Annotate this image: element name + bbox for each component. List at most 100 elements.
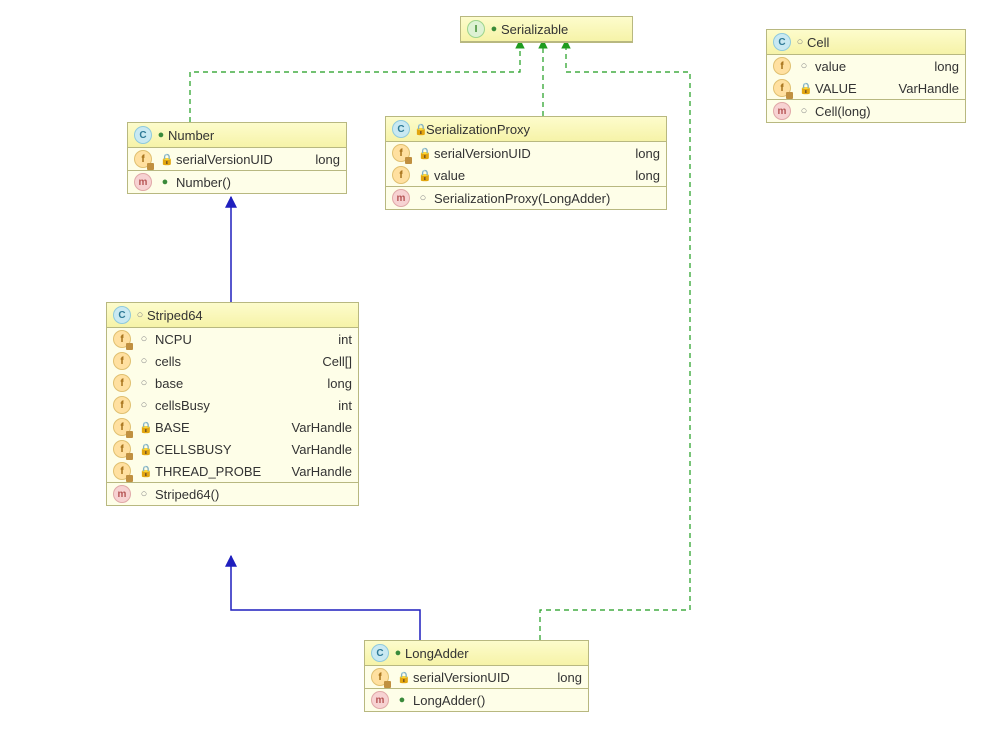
field-type: long xyxy=(625,168,660,183)
class-icon: C xyxy=(773,33,791,51)
visibility-icon: ○ xyxy=(418,192,428,204)
field-static-icon: f xyxy=(773,79,791,97)
class-header: I ● Serializable xyxy=(461,17,632,42)
visibility-icon: 🔒 xyxy=(139,421,149,434)
visibility-icon: ○ xyxy=(139,488,149,500)
visibility-icon: 🔒 xyxy=(418,169,428,182)
method-signature: Number() xyxy=(176,175,231,190)
class-title: SerializationProxy xyxy=(426,122,530,137)
field-name: value xyxy=(434,168,465,183)
visibility-icon: ○ xyxy=(135,309,145,321)
visibility-icon: 🔒 xyxy=(418,147,428,160)
visibility-icon: ○ xyxy=(799,60,809,72)
method-icon: m xyxy=(773,102,791,120)
field-name: serialVersionUID xyxy=(176,152,273,167)
class-cell: C ○ Cell f ○ value long f 🔒 VALUE VarHan… xyxy=(766,29,966,123)
class-serialization-proxy: C 🔒 SerializationProxy f 🔒 serialVersion… xyxy=(385,116,667,210)
class-number: C ● Number f 🔒 serialVersionUID long m ●… xyxy=(127,122,347,194)
visibility-icon: ● xyxy=(160,176,170,188)
field-static-icon: f xyxy=(113,330,131,348)
field-type: VarHandle xyxy=(282,442,352,457)
visibility-icon: ○ xyxy=(139,355,149,367)
field-icon: f xyxy=(113,352,131,370)
class-icon: C xyxy=(392,120,410,138)
field-row: f 🔒 BASE VarHandle xyxy=(107,416,358,438)
field-icon: f xyxy=(113,396,131,414)
field-row: f 🔒 THREAD_PROBE VarHandle xyxy=(107,460,358,482)
field-row: f 🔒 CELLSBUSY VarHandle xyxy=(107,438,358,460)
interface-icon: I xyxy=(467,20,485,38)
field-row: f 🔒 serialVersionUID long xyxy=(386,142,666,164)
visibility-icon: ● xyxy=(397,694,407,706)
class-icon: C xyxy=(113,306,131,324)
class-long-adder: C ● LongAdder f 🔒 serialVersionUID long … xyxy=(364,640,589,712)
visibility-icon: 🔒 xyxy=(139,465,149,478)
method-icon: m xyxy=(392,189,410,207)
class-icon: C xyxy=(134,126,152,144)
method-row: m ● Number() xyxy=(128,170,346,193)
field-type: int xyxy=(328,332,352,347)
field-row: f 🔒 serialVersionUID long xyxy=(128,148,346,170)
visibility-icon: ○ xyxy=(139,377,149,389)
class-title: Striped64 xyxy=(147,308,203,323)
visibility-icon: ● xyxy=(393,647,403,659)
field-static-icon: f xyxy=(371,668,389,686)
visibility-icon: 🔒 xyxy=(397,671,407,684)
field-row: f 🔒 VALUE VarHandle xyxy=(767,77,965,99)
field-static-icon: f xyxy=(113,440,131,458)
field-static-icon: f xyxy=(134,150,152,168)
field-type: long xyxy=(547,670,582,685)
field-row: f ○ value long xyxy=(767,55,965,77)
field-name: THREAD_PROBE xyxy=(155,464,261,479)
class-icon: C xyxy=(371,644,389,662)
field-name: base xyxy=(155,376,183,391)
field-type: int xyxy=(328,398,352,413)
visibility-icon: 🔒 xyxy=(139,443,149,456)
field-type: long xyxy=(305,152,340,167)
method-icon: m xyxy=(134,173,152,191)
method-signature: LongAdder() xyxy=(413,693,485,708)
class-header: C ● LongAdder xyxy=(365,641,588,666)
class-striped64: C ○ Striped64 f ○ NCPU int f ○ cells Cel… xyxy=(106,302,359,506)
field-icon: f xyxy=(392,166,410,184)
field-name: cells xyxy=(155,354,181,369)
field-name: serialVersionUID xyxy=(413,670,510,685)
field-row: f ○ cellsBusy int xyxy=(107,394,358,416)
uml-diagram: I ● Serializable C ○ Cell f ○ value long… xyxy=(0,0,1000,742)
field-type: VarHandle xyxy=(282,464,352,479)
method-signature: Cell(long) xyxy=(815,104,871,119)
field-static-icon: f xyxy=(392,144,410,162)
method-row: m ○ SerializationProxy(LongAdder) xyxy=(386,186,666,209)
field-name: VALUE xyxy=(815,81,857,96)
field-row: f ○ base long xyxy=(107,372,358,394)
method-signature: Striped64() xyxy=(155,487,219,502)
method-icon: m xyxy=(371,691,389,709)
method-icon: m xyxy=(113,485,131,503)
class-serializable: I ● Serializable xyxy=(460,16,633,43)
field-static-icon: f xyxy=(113,418,131,436)
visibility-icon: ○ xyxy=(139,333,149,345)
field-name: NCPU xyxy=(155,332,192,347)
field-type: VarHandle xyxy=(889,81,959,96)
method-row: m ○ Striped64() xyxy=(107,482,358,505)
field-row: f ○ cells Cell[] xyxy=(107,350,358,372)
method-row: m ○ Cell(long) xyxy=(767,99,965,122)
field-row: f ○ NCPU int xyxy=(107,328,358,350)
visibility-icon: ○ xyxy=(139,399,149,411)
class-title: Number xyxy=(168,128,214,143)
visibility-icon: 🔒 xyxy=(799,82,809,95)
class-header: C 🔒 SerializationProxy xyxy=(386,117,666,142)
field-name: CELLSBUSY xyxy=(155,442,232,457)
class-title: Serializable xyxy=(501,22,568,37)
class-header: C ● Number xyxy=(128,123,346,148)
field-name: BASE xyxy=(155,420,190,435)
visibility-icon: ● xyxy=(156,129,166,141)
visibility-icon: 🔒 xyxy=(414,123,424,136)
field-icon: f xyxy=(113,374,131,392)
method-signature: SerializationProxy(LongAdder) xyxy=(434,191,610,206)
field-type: Cell[] xyxy=(312,354,352,369)
field-icon: f xyxy=(773,57,791,75)
class-header: C ○ Cell xyxy=(767,30,965,55)
visibility-icon: ○ xyxy=(799,105,809,117)
field-name: value xyxy=(815,59,846,74)
